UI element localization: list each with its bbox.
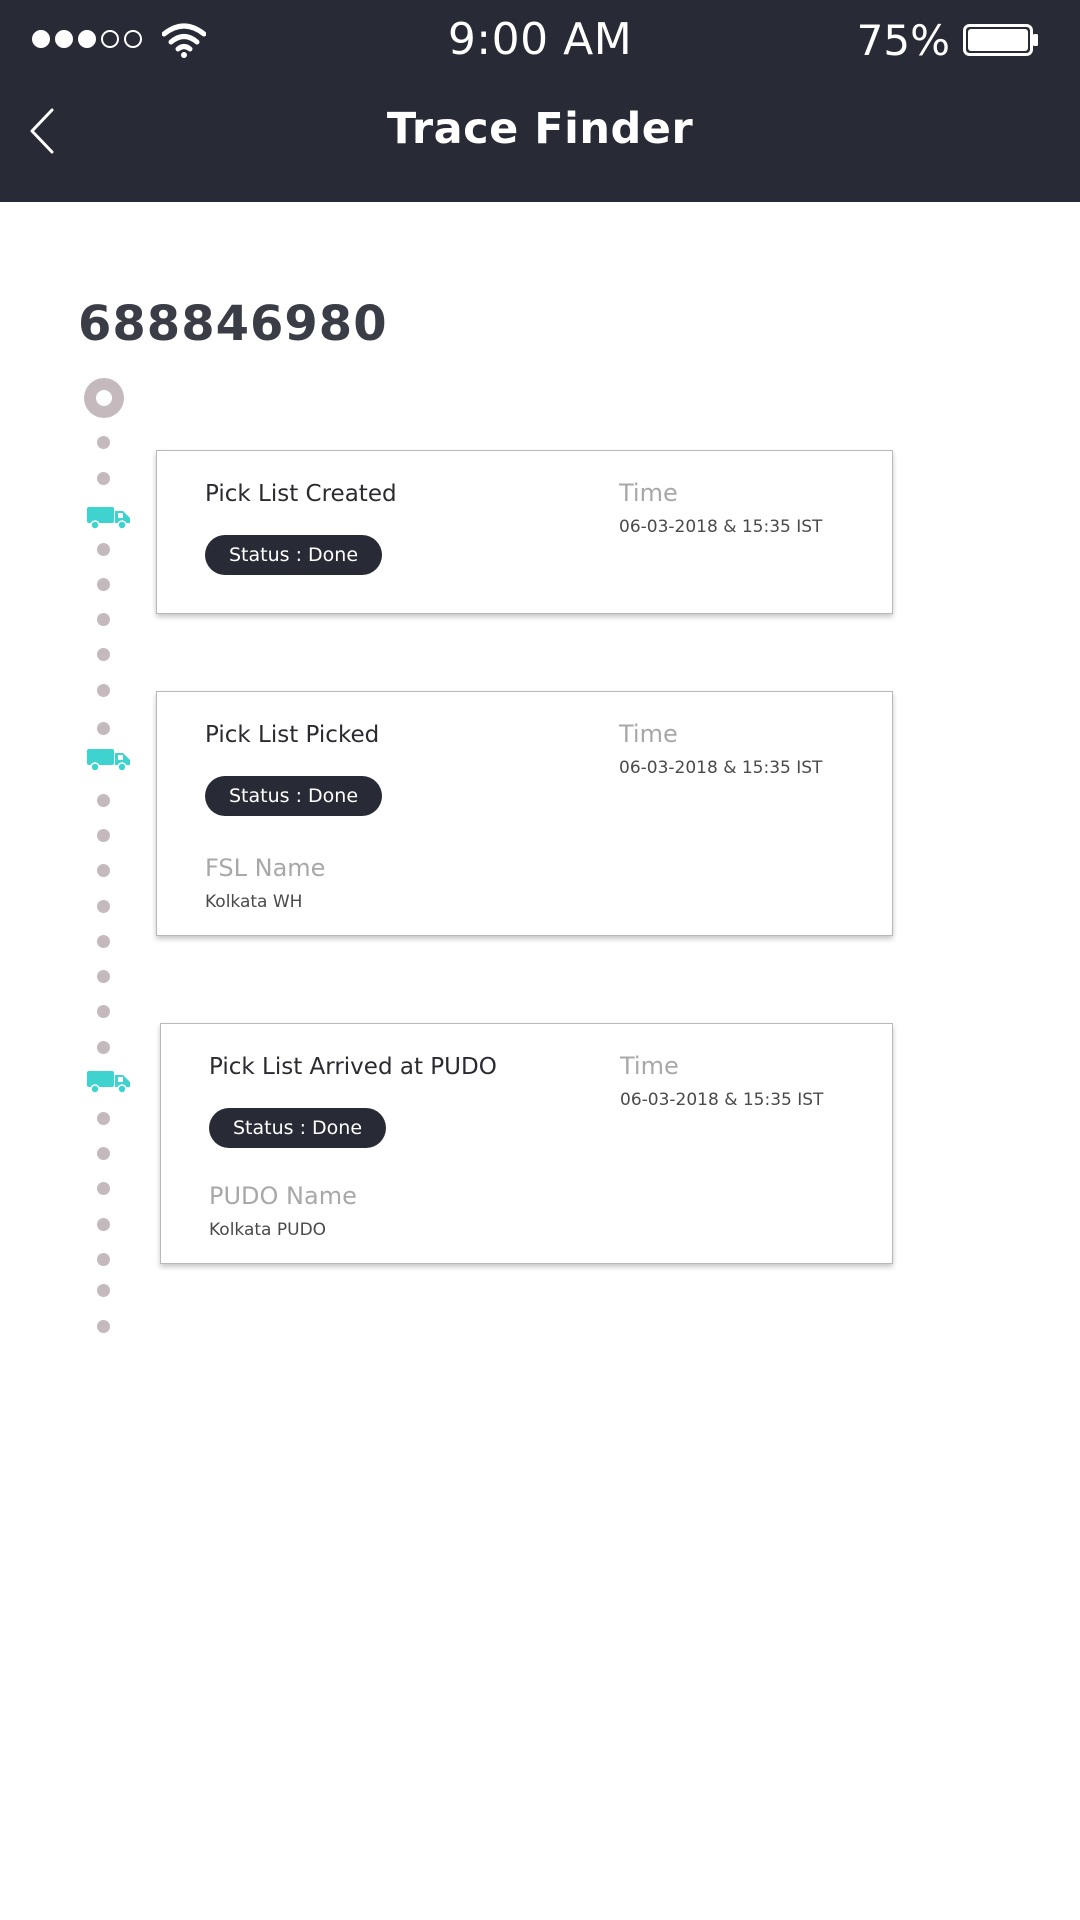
- battery-icon: [963, 24, 1038, 56]
- timeline-dot: [97, 648, 110, 661]
- timeline-dot: [97, 970, 110, 983]
- timeline-dot: [97, 684, 110, 697]
- time-value: 06-03-2018 & 15:35 IST: [620, 1090, 824, 1110]
- timeline-dot: [97, 1005, 110, 1018]
- status-badge: Status : Done: [205, 535, 383, 575]
- timeline-dot: [97, 543, 110, 556]
- status-badge: Status : Done: [205, 776, 383, 816]
- time-value: 06-03-2018 & 15:35 IST: [619, 517, 823, 537]
- timeline-dot: [97, 935, 110, 948]
- event-card[interactable]: Pick List Created Status : Done Time 06-…: [156, 450, 893, 614]
- truck-icon: [87, 749, 130, 772]
- timeline-start-icon: [84, 378, 124, 418]
- timeline-dot: [97, 1218, 110, 1231]
- pudo-name-value: Kolkata PUDO: [209, 1220, 327, 1240]
- timeline-dot: [97, 864, 110, 877]
- event-card[interactable]: Pick List Arrived at PUDO Status : Done …: [160, 1023, 893, 1264]
- status-badge: Status : Done: [209, 1108, 387, 1148]
- timeline-dot: [97, 1182, 110, 1195]
- event-card[interactable]: Pick List Picked Status : Done Time 06-0…: [156, 691, 893, 936]
- timeline-dot: [97, 722, 110, 735]
- event-title: Pick List Picked: [205, 722, 380, 748]
- time-label: Time: [619, 720, 678, 748]
- timeline-dot: [97, 1320, 110, 1333]
- battery-percent: 75%: [856, 16, 950, 65]
- timeline-dot: [97, 1147, 110, 1160]
- timeline-dot: [97, 900, 110, 913]
- timeline-dot: [97, 1041, 110, 1054]
- timeline-dot: [97, 794, 110, 807]
- truck-icon: [87, 507, 130, 530]
- status-bar: 9:00 AM 75%: [0, 0, 1080, 82]
- event-title: Pick List Created: [205, 481, 397, 507]
- app-header: 9:00 AM 75% Trace Finder: [0, 0, 1080, 202]
- event-title: Pick List Arrived at PUDO: [209, 1054, 497, 1080]
- time-label: Time: [619, 479, 678, 507]
- page-title: Trace Finder: [386, 104, 694, 154]
- time-value: 06-03-2018 & 15:35 IST: [619, 758, 823, 778]
- timeline-dot: [97, 472, 110, 485]
- pudo-name-label: PUDO Name: [209, 1182, 357, 1210]
- timeline-dot: [97, 578, 110, 591]
- time-label: Time: [620, 1052, 679, 1080]
- timeline-dot: [97, 1284, 110, 1297]
- tracking-number: 688846980: [78, 296, 388, 352]
- timeline-dot: [97, 1112, 110, 1125]
- timeline-dot: [97, 1253, 110, 1266]
- fsl-name-value: Kolkata WH: [205, 892, 303, 912]
- timeline-dot: [97, 613, 110, 626]
- truck-icon: [87, 1071, 130, 1094]
- timeline-dot: [97, 436, 110, 449]
- fsl-name-label: FSL Name: [205, 854, 326, 882]
- timeline-dot: [97, 829, 110, 842]
